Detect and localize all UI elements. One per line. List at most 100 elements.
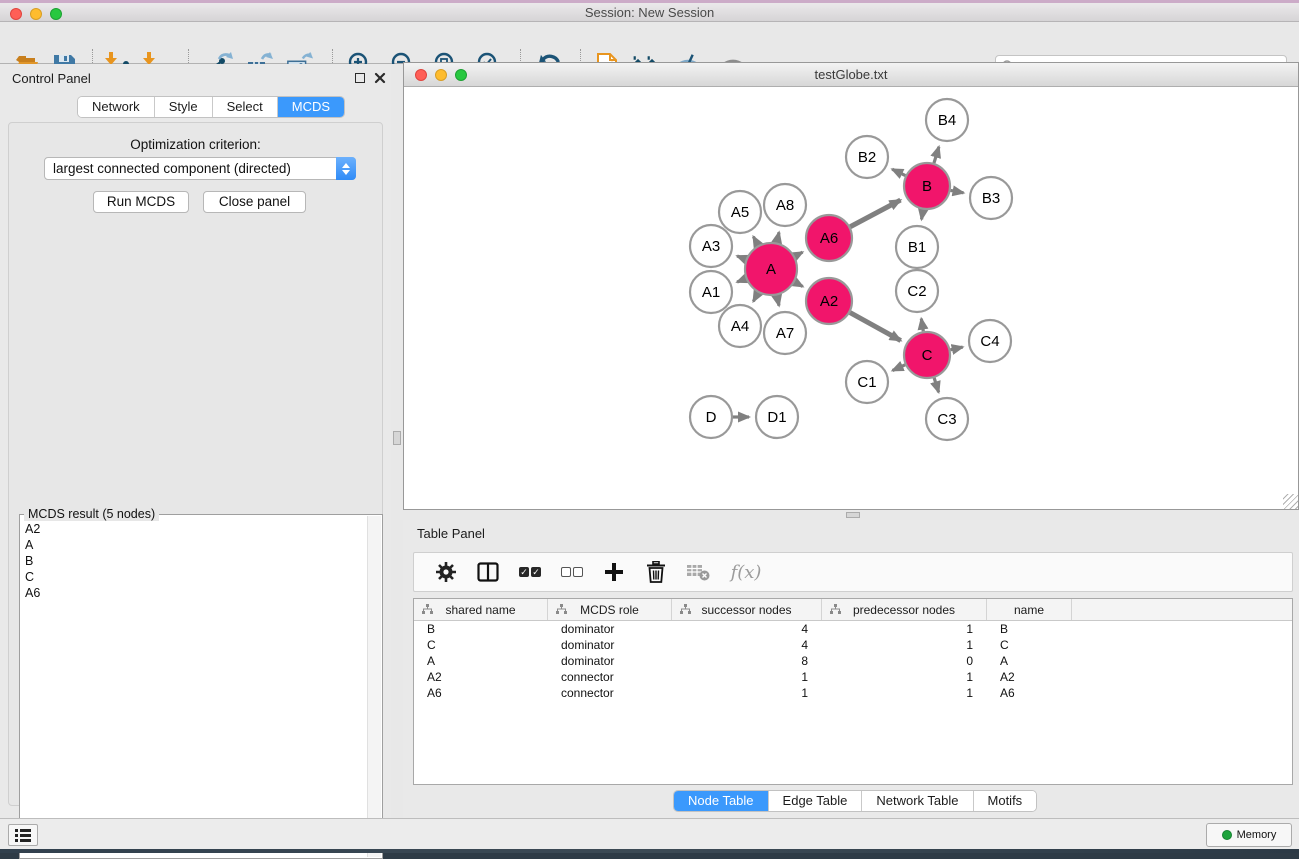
resize-grip-icon[interactable]	[1283, 494, 1298, 509]
table-cell[interactable]: dominator	[548, 622, 672, 636]
close-panel-icon[interactable]	[374, 72, 386, 84]
run-mcds-button[interactable]: Run MCDS	[93, 191, 189, 213]
tab-mcds[interactable]: MCDS	[278, 97, 344, 117]
graph-node-C3[interactable]: C3	[926, 398, 968, 440]
table-cell[interactable]: C	[414, 638, 548, 652]
mcds-result-list[interactable]: A2ABCA6	[22, 521, 366, 856]
table-cell[interactable]: A6	[414, 686, 548, 700]
graph-edge-C-C1[interactable]	[893, 365, 906, 371]
graph-edge-A-A1[interactable]	[737, 279, 746, 282]
table-cell[interactable]: dominator	[548, 654, 672, 668]
graph-node-A6[interactable]: A6	[806, 215, 852, 261]
table-cell[interactable]: B	[414, 622, 548, 636]
mcds-result-item[interactable]: B	[25, 553, 366, 569]
column-header-name[interactable]: name	[987, 599, 1072, 620]
tab-style[interactable]: Style	[155, 97, 213, 117]
graph-node-B1[interactable]: B1	[896, 226, 938, 268]
graph-edge-A-A8[interactable]	[777, 232, 779, 242]
graph-edge-C-C3[interactable]	[934, 378, 938, 392]
column-header-predecessor-nodes[interactable]: predecessor nodes	[822, 599, 987, 620]
table-cell[interactable]: 1	[822, 622, 987, 636]
table-cell[interactable]: 0	[822, 654, 987, 668]
column-browser-button[interactable]	[474, 558, 502, 586]
graph-edge-A6-B[interactable]	[850, 200, 900, 227]
delete-column-button[interactable]	[642, 558, 670, 586]
network-graph[interactable]: B4B2BB3A8A5A6A3B1AC2A1A2A4A7C4CC1DD1C3	[404, 87, 1298, 509]
graph-edge-A-A3[interactable]	[737, 256, 746, 259]
graph-edge-A-A7[interactable]	[777, 295, 779, 305]
graph-node-B[interactable]: B	[904, 163, 950, 209]
add-column-button[interactable]	[600, 558, 628, 586]
table-row[interactable]: Adominator80A	[414, 653, 1292, 669]
graph-node-B3[interactable]: B3	[970, 177, 1012, 219]
task-history-button[interactable]	[8, 824, 38, 846]
column-header-successor-nodes[interactable]: successor nodes	[672, 599, 822, 620]
tab-network-table[interactable]: Network Table	[862, 791, 973, 811]
table-cell[interactable]: 8	[672, 654, 822, 668]
graph-node-A8[interactable]: A8	[764, 184, 806, 226]
graph-node-B4[interactable]: B4	[926, 99, 968, 141]
table-cell[interactable]: connector	[548, 670, 672, 684]
tab-node-table[interactable]: Node Table	[674, 791, 769, 811]
column-header-shared-name[interactable]: shared name	[414, 599, 548, 620]
table-cell[interactable]: A	[987, 654, 1072, 668]
table-cell[interactable]: 1	[822, 670, 987, 684]
table-cell[interactable]: 4	[672, 638, 822, 652]
graph-node-D[interactable]: D	[690, 396, 732, 438]
network-window-titlebar[interactable]: testGlobe.txt	[404, 63, 1298, 87]
table-cell[interactable]: dominator	[548, 638, 672, 652]
select-all-button[interactable]: ✓ ✓	[516, 558, 544, 586]
column-header-mcds-role[interactable]: MCDS role	[548, 599, 672, 620]
graph-node-A[interactable]: A	[745, 243, 797, 295]
table-cell[interactable]: A2	[414, 670, 548, 684]
graph-node-C[interactable]: C	[904, 332, 950, 378]
graph-edge-B-B2[interactable]	[892, 169, 905, 175]
graph-edge-A-A5[interactable]	[753, 237, 758, 246]
table-cell[interactable]: A	[414, 654, 548, 668]
network-canvas[interactable]: B4B2BB3A8A5A6A3B1AC2A1A2A4A7C4CC1DD1C3	[404, 87, 1298, 509]
memory-button[interactable]: Memory	[1206, 823, 1292, 847]
table-cell[interactable]: A2	[987, 670, 1072, 684]
horizontal-split-handle[interactable]	[846, 512, 860, 518]
table-cell[interactable]: B	[987, 622, 1072, 636]
table-row[interactable]: A6connector11A6	[414, 685, 1292, 701]
table-cell[interactable]: A6	[987, 686, 1072, 700]
vertical-split-handle[interactable]	[393, 431, 401, 445]
mcds-result-item[interactable]: A2	[25, 521, 366, 537]
graph-edge-A-A2[interactable]	[795, 282, 803, 286]
mcds-result-item[interactable]: A	[25, 537, 366, 553]
tab-select[interactable]: Select	[213, 97, 278, 117]
graph-edge-A-A4[interactable]	[753, 293, 758, 302]
mcds-result-item[interactable]: A6	[25, 585, 366, 601]
graph-edge-A2-C[interactable]	[850, 313, 901, 341]
table-cell[interactable]: 4	[672, 622, 822, 636]
graph-node-A1[interactable]: A1	[690, 271, 732, 313]
table-row[interactable]: Cdominator41C	[414, 637, 1292, 653]
deselect-all-button[interactable]	[558, 558, 586, 586]
graph-node-A7[interactable]: A7	[764, 312, 806, 354]
vertical-split-divider[interactable]	[391, 64, 403, 818]
graph-node-D1[interactable]: D1	[756, 396, 798, 438]
mcds-result-item[interactable]: C	[25, 569, 366, 585]
graph-edge-C-C2[interactable]	[921, 319, 923, 332]
graph-node-A5[interactable]: A5	[719, 191, 761, 233]
tab-edge-table[interactable]: Edge Table	[769, 791, 863, 811]
table-row[interactable]: A2connector11A2	[414, 669, 1292, 685]
graph-node-C4[interactable]: C4	[969, 320, 1011, 362]
table-cell[interactable]: 1	[672, 686, 822, 700]
table-cell[interactable]: C	[987, 638, 1072, 652]
table-cell[interactable]: 1	[822, 638, 987, 652]
criterion-dropdown[interactable]: largest connected component (directed)	[44, 157, 356, 180]
table-settings-button[interactable]	[432, 558, 460, 586]
graph-edge-B-B4[interactable]	[934, 147, 939, 163]
graph-node-A4[interactable]: A4	[719, 305, 761, 347]
graph-node-B2[interactable]: B2	[846, 136, 888, 178]
graph-edge-B-B1[interactable]	[922, 210, 924, 220]
graph-node-A2[interactable]: A2	[806, 278, 852, 324]
table-cell[interactable]: 1	[672, 670, 822, 684]
graph-node-C1[interactable]: C1	[846, 361, 888, 403]
graph-node-A3[interactable]: A3	[690, 225, 732, 267]
graph-edge-B-B3[interactable]	[951, 190, 964, 192]
table-cell[interactable]: connector	[548, 686, 672, 700]
horizontal-split-divider[interactable]	[403, 510, 1299, 520]
